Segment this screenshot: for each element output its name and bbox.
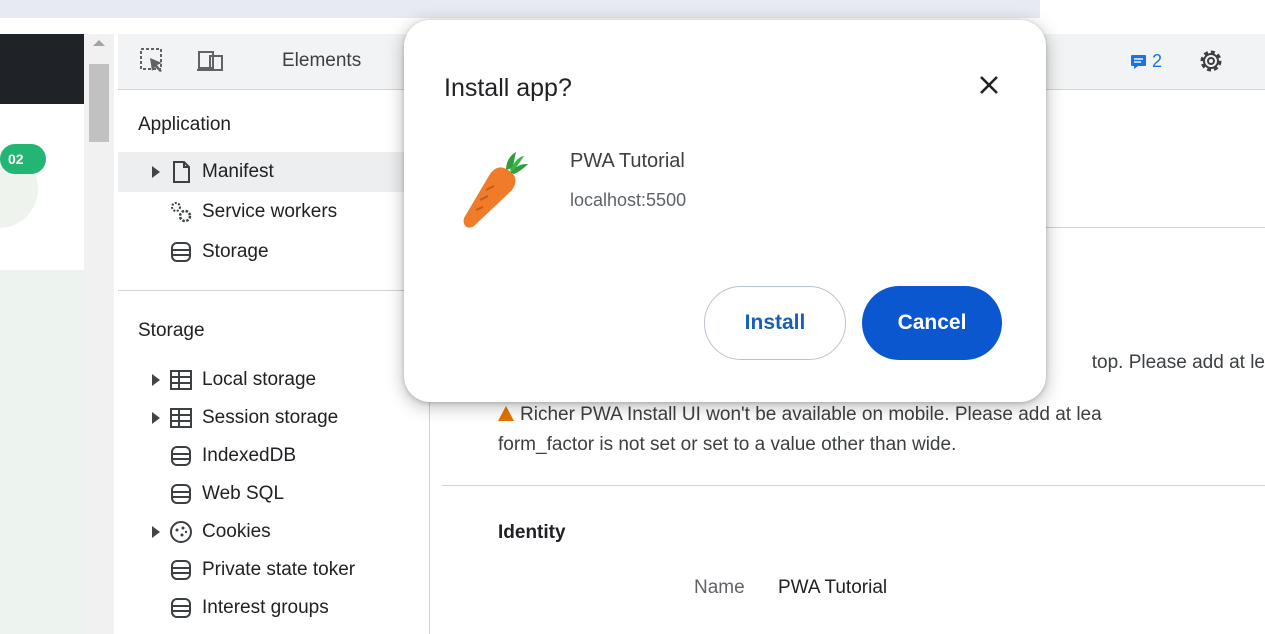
storage-heading: Storage	[138, 320, 205, 341]
carrot-icon	[456, 150, 528, 230]
status-badge: 02	[0, 144, 46, 174]
sidebar-item-interest-groups[interactable]: Interest groups	[118, 588, 430, 628]
sidebar-item-label: Session storage	[202, 407, 339, 428]
sidebar-item-label: Cookies	[202, 521, 271, 542]
message-icon	[1131, 54, 1146, 69]
warning-message-continued: form_factor is not set or set to a value…	[498, 434, 957, 455]
sidebar-item-label: Web SQL	[202, 483, 285, 504]
database-icon	[168, 557, 194, 583]
sidebar-item-label: Local storage	[202, 369, 317, 390]
page-header-dark	[0, 34, 84, 104]
install-app-dialog: Install app? PWA Tutorial localhost:5500…	[404, 20, 1046, 402]
database-icon	[168, 443, 194, 469]
application-sidebar: Application Manifest Service workers Sto…	[118, 90, 430, 634]
sidebar-item-web-sql[interactable]: Web SQL	[118, 474, 430, 514]
document-icon	[168, 159, 194, 185]
table-icon	[168, 405, 194, 431]
scroll-up-arrow-icon[interactable]	[93, 40, 105, 46]
database-icon	[168, 239, 194, 265]
sidebar-item-label: Manifest	[202, 161, 274, 182]
name-label: Name	[694, 577, 745, 598]
sidebar-item-private-state-tokens[interactable]: Private state toker	[118, 550, 430, 590]
sidebar-divider	[118, 290, 430, 291]
expand-arrow-icon[interactable]	[152, 526, 160, 538]
dialog-title: Install app?	[444, 74, 572, 102]
sidebar-item-local-storage[interactable]: Local storage	[118, 360, 430, 400]
page-lower-area	[0, 270, 84, 634]
sidebar-item-label: Service workers	[202, 201, 338, 222]
app-name: PWA Tutorial	[570, 150, 685, 172]
warning-fragment-text: top. Please add at le	[1091, 352, 1265, 373]
issues-counter[interactable]: 2	[1130, 51, 1162, 72]
table-icon	[168, 367, 194, 393]
browser-top-strip	[0, 0, 1040, 18]
cookie-icon	[168, 519, 194, 545]
scrollbar-thumb[interactable]	[89, 64, 109, 142]
sidebar-item-service-workers[interactable]: Service workers	[118, 192, 430, 232]
sidebar-item-label: Storage	[202, 241, 269, 262]
section-divider	[442, 485, 1265, 486]
sidebar-item-label: Private state toker	[202, 559, 356, 580]
sidebar-item-storage[interactable]: Storage	[118, 232, 430, 272]
expand-arrow-icon[interactable]	[152, 374, 160, 386]
gears-icon	[168, 199, 194, 225]
warning-text: Richer PWA Install UI won't be available…	[520, 404, 1102, 425]
cancel-button[interactable]: Cancel	[862, 286, 1002, 360]
expand-arrow-icon[interactable]	[152, 412, 160, 424]
name-value: PWA Tutorial	[778, 577, 888, 598]
screen: 02 Elements 2 Application Manifest Servi…	[0, 0, 1265, 634]
device-toolbar-icon[interactable]	[196, 46, 224, 74]
sidebar-item-indexeddb[interactable]: IndexedDB	[118, 436, 430, 476]
sidebar-item-session-storage[interactable]: Session storage	[118, 398, 430, 438]
expand-arrow-icon[interactable]	[152, 166, 160, 178]
warning-message: Richer PWA Install UI won't be available…	[498, 404, 1102, 426]
close-icon[interactable]	[972, 68, 1006, 102]
database-icon	[168, 595, 194, 621]
sidebar-item-label: Interest groups	[202, 597, 329, 618]
inspect-element-icon[interactable]	[138, 46, 166, 74]
database-icon	[168, 481, 194, 507]
app-origin: localhost:5500	[570, 190, 687, 210]
sidebar-item-cookies[interactable]: Cookies	[118, 512, 430, 552]
sidebar-item-label: IndexedDB	[202, 445, 297, 466]
issues-count: 2	[1152, 51, 1163, 71]
application-heading: Application	[138, 114, 231, 135]
tab-elements[interactable]: Elements	[282, 50, 361, 72]
warning-icon	[498, 406, 514, 421]
identity-heading: Identity	[498, 522, 566, 543]
install-button[interactable]: Install	[704, 286, 846, 360]
gear-icon[interactable]	[1196, 46, 1226, 76]
sidebar-item-manifest[interactable]: Manifest	[118, 152, 430, 192]
